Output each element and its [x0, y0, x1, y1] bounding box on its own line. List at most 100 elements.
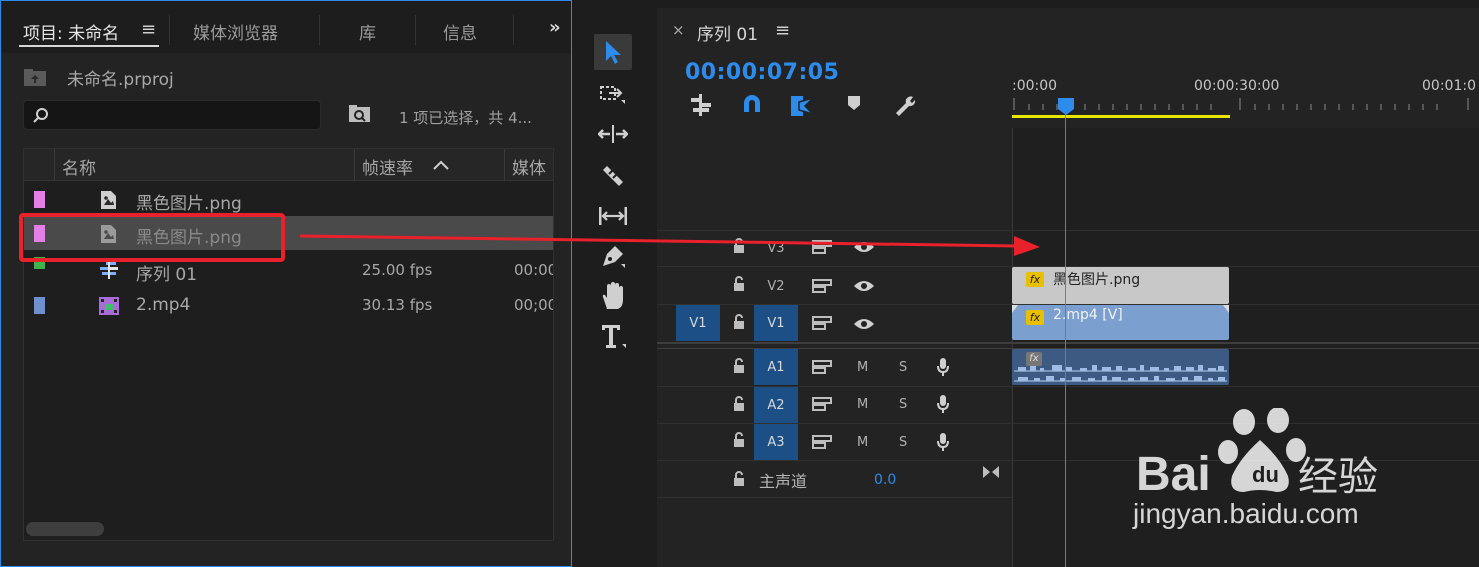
tools-panel	[578, 8, 650, 567]
lock-icon[interactable]	[732, 432, 746, 448]
sync-lock-icon[interactable]	[812, 315, 832, 331]
folder-up-icon[interactable]	[23, 67, 47, 87]
ruler-ticks	[1013, 98, 1469, 110]
microphone-icon[interactable]	[936, 394, 950, 414]
solo-button[interactable]: S	[899, 435, 907, 450]
mute-button[interactable]: M	[857, 360, 868, 375]
sync-lock-icon[interactable]	[812, 239, 832, 255]
search-field[interactable]	[23, 100, 321, 130]
sequence-icon	[100, 261, 118, 279]
find-bin-icon[interactable]	[348, 104, 372, 124]
playhead-timecode[interactable]: 00:00:07:05	[685, 60, 839, 85]
clip-video[interactable]: fx 2.mp4 [V]	[1012, 305, 1229, 340]
playhead-handle[interactable]	[1058, 98, 1074, 116]
linked-selection-icon[interactable]	[789, 94, 815, 118]
track-label-a2[interactable]: A2	[754, 387, 798, 423]
selection-tool-button[interactable]	[594, 34, 632, 70]
tab-divider	[415, 15, 416, 45]
tab-info[interactable]: 信息	[443, 19, 477, 44]
project-tabbar: 项目: 未命名 ≡ 媒体浏览器 库 信息 »	[1, 1, 571, 53]
list-item[interactable]: 2.mp4 30.13 fps 00;00	[24, 288, 553, 322]
tab-libraries[interactable]: 库	[359, 19, 376, 44]
panel-menu-icon[interactable]: ≡	[141, 19, 156, 40]
sync-lock-icon[interactable]	[812, 396, 832, 412]
sync-lock-icon[interactable]	[812, 278, 832, 294]
insert-nest-icon[interactable]	[689, 94, 713, 116]
tab-divider	[319, 15, 320, 45]
mute-button[interactable]: M	[857, 435, 868, 450]
fx-badge: fx	[1026, 272, 1044, 287]
lock-icon[interactable]	[732, 314, 746, 330]
list-item[interactable]: 黑色图片.png	[24, 182, 553, 216]
sequence-tab-title[interactable]: 序列 01	[697, 20, 758, 45]
playhead-line[interactable]	[1065, 104, 1066, 567]
lock-icon[interactable]	[732, 396, 746, 412]
track-label-v2[interactable]: V2	[754, 268, 798, 304]
search-input[interactable]	[58, 105, 308, 127]
track-label-a3[interactable]: A3	[754, 424, 798, 460]
mute-button[interactable]: M	[857, 397, 868, 412]
tab-divider	[169, 15, 170, 45]
item-media: 00:00	[514, 261, 554, 279]
microphone-icon[interactable]	[936, 432, 950, 452]
selection-arrow-icon	[606, 41, 621, 64]
pen-tool-button[interactable]	[594, 238, 632, 274]
close-icon[interactable]: ×	[672, 21, 685, 39]
tab-media-browser[interactable]: 媒体浏览器	[193, 19, 278, 44]
lock-icon[interactable]	[732, 471, 746, 487]
clip-audio[interactable]: fx	[1012, 349, 1229, 385]
label-color-swatch[interactable]	[34, 297, 45, 314]
track-label-v1[interactable]: V1	[754, 305, 798, 341]
horizontal-scrollbar[interactable]	[26, 522, 104, 536]
item-name: 2.mp4	[136, 295, 191, 315]
tab-project[interactable]: 项目: 未命名	[23, 19, 119, 44]
column-frame-rate[interactable]: 帧速率	[362, 154, 413, 179]
lock-icon[interactable]	[732, 358, 746, 374]
track-label-a1[interactable]: A1	[754, 349, 798, 385]
master-volume-value[interactable]: 0.0	[874, 472, 896, 488]
lock-icon[interactable]	[732, 238, 746, 254]
eye-icon[interactable]	[853, 317, 875, 331]
ruler-label: 00:00:30:00	[1194, 78, 1280, 94]
slip-tool-button[interactable]	[594, 198, 632, 234]
eye-icon[interactable]	[853, 240, 875, 254]
solo-button[interactable]: S	[899, 360, 907, 375]
lock-icon[interactable]	[732, 276, 746, 292]
sort-ascending-icon[interactable]	[432, 159, 450, 171]
microphone-icon[interactable]	[936, 357, 950, 377]
sync-lock-icon[interactable]	[812, 434, 832, 450]
track-divider	[657, 460, 1479, 461]
razor-tool-button[interactable]	[594, 158, 632, 194]
timeline-panel: × 序列 01 ≡ 00:00:07:05 :00:00 00:00:30:00…	[657, 8, 1479, 567]
selection-status: 1 项已选择，共 4...	[399, 109, 532, 127]
video-audio-divider	[657, 342, 1479, 344]
wrench-settings-icon[interactable]	[893, 94, 917, 118]
list-header: 名称 帧速率 媒体	[24, 149, 553, 181]
column-divider	[54, 149, 55, 181]
panel-menu-icon[interactable]: ≡	[775, 20, 790, 41]
eye-icon[interactable]	[853, 279, 875, 293]
track-select-forward-icon	[600, 86, 625, 104]
time-ruler[interactable]: :00:00 00:00:30:00 00:01:0	[1012, 68, 1479, 120]
clip-black-image[interactable]: fx 黑色图片.png	[1012, 267, 1229, 304]
tab-overflow-icon[interactable]: »	[549, 17, 561, 38]
column-name[interactable]: 名称	[62, 154, 96, 179]
work-area-bar[interactable]	[1012, 115, 1230, 118]
sync-lock-icon[interactable]	[812, 359, 832, 375]
ripple-edit-tool-button[interactable]	[594, 116, 632, 152]
fx-badge: fx	[1026, 310, 1044, 325]
label-color-swatch[interactable]	[34, 191, 45, 208]
add-marker-icon[interactable]	[847, 94, 861, 112]
watermark-url: jingyan.baidu.com	[1133, 498, 1359, 529]
project-item-list: 名称 帧速率 媒体 黑色图片.png 黑色图片.png 序列 01 25.00 …	[23, 148, 554, 541]
column-media[interactable]: 媒体	[512, 154, 546, 179]
track-label-v3[interactable]: V3	[754, 230, 798, 266]
go-to-bounds-icon[interactable]	[982, 465, 1000, 479]
type-tool-button[interactable]	[594, 318, 632, 354]
hand-tool-button[interactable]	[594, 278, 632, 314]
snap-magnet-icon[interactable]	[741, 94, 763, 114]
column-divider	[354, 149, 355, 181]
track-select-tool-button[interactable]	[594, 76, 632, 112]
source-patch-v1[interactable]: V1	[676, 305, 720, 341]
solo-button[interactable]: S	[899, 397, 907, 412]
